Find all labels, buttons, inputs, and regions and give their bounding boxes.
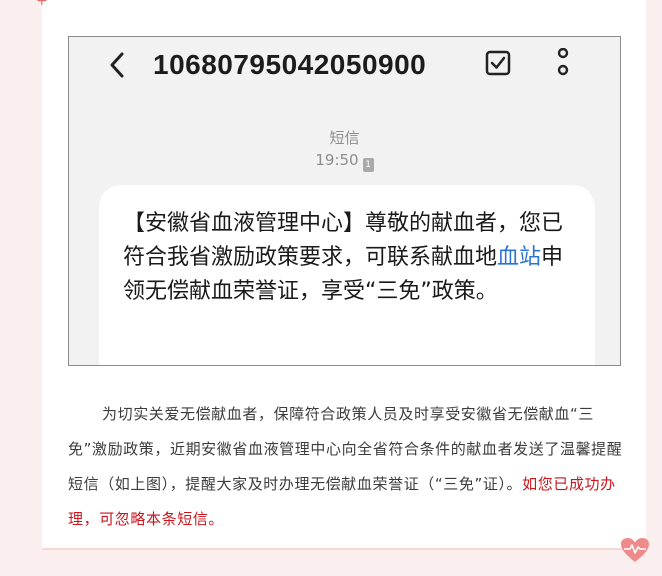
message-text: 【安徽省血液管理中心】尊敬的献血者，您已符合我省激励政策要求，可联系献血地血站申… (123, 207, 573, 309)
message-timestamp: 19:50 1 (69, 151, 620, 172)
message-type-label: 短信 (329, 129, 360, 147)
blood-station-link[interactable]: 血站 (497, 245, 541, 270)
chevron-left-icon[interactable] (107, 51, 127, 79)
heart-ecg-icon (621, 538, 649, 562)
sms-screenshot: 10680795042050900 短信 19:50 1 【安徽省血液管理中心】尊… (68, 36, 621, 366)
sender-number: 10680795042050900 (153, 49, 427, 80)
message-header: 10680795042050900 (69, 37, 620, 93)
message-bubble: 【安徽省血液管理中心】尊敬的献血者，您已符合我省激励政策要求，可联系献血地血站申… (99, 185, 595, 365)
sim-card-icon: 1 (362, 158, 374, 172)
article-paragraph: 为切实关爱无偿献血者，保障符合政策人员及时享受安徽省无偿献血“三免”激励政策，近… (68, 397, 624, 537)
message-time: 19:50 (315, 151, 359, 169)
more-vertical-icon[interactable] (556, 48, 570, 78)
checkbox-icon[interactable] (485, 50, 511, 76)
plus-icon: + (36, 0, 48, 9)
